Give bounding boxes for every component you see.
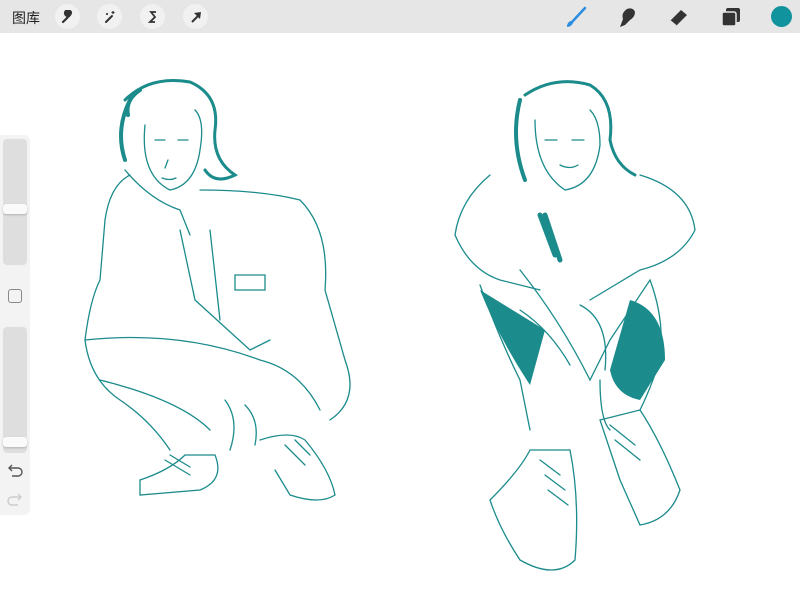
sketch-figure-crouching <box>84 78 351 501</box>
brush-button[interactable] <box>563 4 589 30</box>
selection-s-icon <box>147 10 156 23</box>
transform-button[interactable] <box>183 4 208 29</box>
selection-button[interactable] <box>140 4 165 29</box>
wrench-icon <box>61 9 72 23</box>
magic-wand-icon <box>104 10 114 23</box>
actions-button[interactable] <box>55 4 80 29</box>
layers-icon <box>721 8 740 27</box>
smudge-button[interactable] <box>614 4 640 30</box>
eraser-icon <box>669 10 687 27</box>
sketch-figure-sitting <box>454 80 696 571</box>
top-toolbar: 图库 <box>0 0 800 33</box>
brush-icon <box>567 6 587 27</box>
arrow-cursor-icon <box>190 11 201 23</box>
drawing-canvas[interactable] <box>0 33 800 600</box>
eraser-button[interactable] <box>666 4 692 30</box>
smudge-finger-icon <box>620 8 635 27</box>
adjustments-button[interactable] <box>97 4 122 29</box>
gallery-button[interactable]: 图库 <box>12 8 40 28</box>
color-picker-button[interactable] <box>771 6 792 27</box>
layers-button[interactable] <box>718 4 744 30</box>
